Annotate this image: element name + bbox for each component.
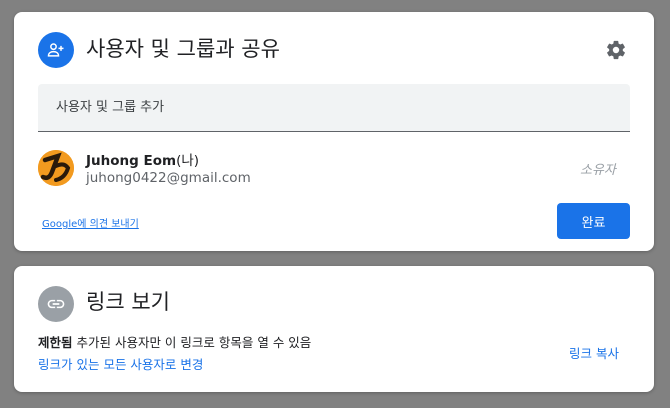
link-settings-panel: 링크 보기 제한됨 추가된 사용자만 이 링크로 항목을 열 수 있음 링크가 … xyxy=(14,266,654,392)
add-people-input[interactable] xyxy=(54,99,630,116)
gear-icon xyxy=(607,40,625,60)
user-name: Juhong Eom(나) xyxy=(86,149,199,169)
restriction-text: 추가된 사용자만 이 링크로 항목을 열 수 있음 xyxy=(72,335,312,350)
settings-button[interactable] xyxy=(604,38,628,62)
send-feedback-link[interactable]: Google에 의견 보내기 xyxy=(42,215,139,230)
avatar xyxy=(38,150,74,186)
user-email: juhong0422@gmail.com xyxy=(86,170,251,186)
done-button[interactable]: 완료 xyxy=(557,203,630,239)
restriction-label: 제한됨 xyxy=(38,335,73,350)
copy-link-button[interactable]: 링크 복사 xyxy=(569,343,619,362)
user-name-text: Juhong Eom xyxy=(86,153,177,169)
link-panel-title: 링크 보기 xyxy=(86,290,170,314)
me-suffix: (나) xyxy=(176,153,200,169)
change-access-link[interactable]: 링크가 있는 모든 사용자로 변경 xyxy=(38,354,203,373)
add-people-field[interactable] xyxy=(38,84,630,132)
link-icon xyxy=(38,286,74,322)
owner-role-label: 소유자 xyxy=(580,163,616,178)
share-dialog: 사용자 및 그룹과 공유 Juhong Eom(나) juhong0422@gm… xyxy=(14,12,654,251)
restriction-description: 제한됨 추가된 사용자만 이 링크로 항목을 열 수 있음 xyxy=(38,332,311,351)
add-person-icon xyxy=(38,32,74,68)
share-dialog-title: 사용자 및 그룹과 공유 xyxy=(86,37,280,61)
